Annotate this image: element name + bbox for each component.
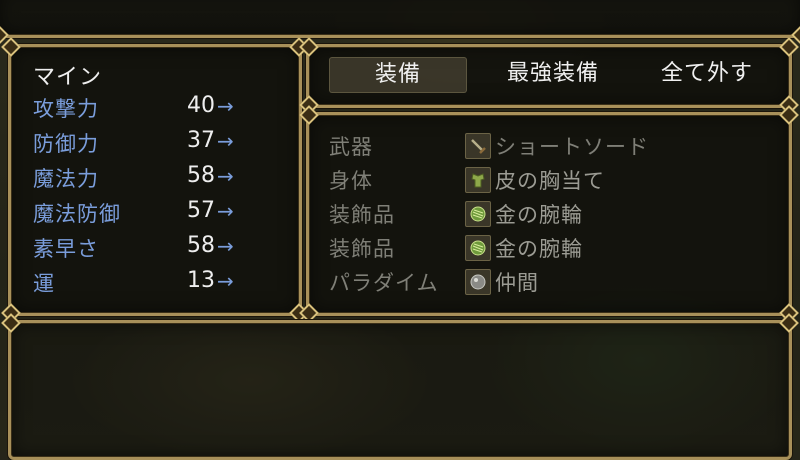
slot-label: パラダイム <box>329 271 439 295</box>
stat-value: 37 <box>187 128 215 153</box>
stat-label: 攻撃力 <box>33 97 99 121</box>
stat-arrow: → <box>217 269 234 293</box>
stat-row-magic-defense: 魔法防御 57 → <box>33 198 293 232</box>
stat-arrow: → <box>217 199 234 223</box>
equip-slot-body[interactable]: 身体 皮の胸当て <box>329 165 779 197</box>
top-window-frame <box>0 0 800 45</box>
item-name: 金の腕輪 <box>495 203 583 227</box>
equip-slot-accessory-1[interactable]: 装飾品 金の腕輪 <box>329 199 779 231</box>
equip-command-window: 装備 最強装備 全て外す <box>299 37 799 115</box>
equip-slot-paradigm[interactable]: パラダイム 仲間 <box>329 267 779 299</box>
stat-value: 13 <box>187 268 215 293</box>
item-name: 皮の胸当て <box>495 169 605 193</box>
equipment-slots-window: 武器 ショートソード 身体 皮の胸当て 装飾品 金の腕輪 装飾品 金の腕輪 パラ… <box>299 105 799 323</box>
stat-value: 57 <box>187 198 215 223</box>
bracelet-icon <box>465 201 491 227</box>
stat-row-defense: 防御力 37 → <box>33 128 293 162</box>
slot-label: 身体 <box>329 169 373 193</box>
sword-icon <box>465 133 491 159</box>
actor-name: マイン <box>33 65 103 90</box>
stat-value: 58 <box>187 233 215 258</box>
stat-row-agility: 素早さ 58 → <box>33 233 293 267</box>
equip-slot-accessory-2[interactable]: 装飾品 金の腕輪 <box>329 233 779 265</box>
stat-label: 素早さ <box>33 237 99 261</box>
orb-icon <box>465 269 491 295</box>
item-name: 仲間 <box>495 271 539 295</box>
actor-status-window: マイン 攻撃力 40 → 防御力 37 → 魔法力 58 → 魔法防御 57 →… <box>1 37 309 323</box>
slot-label: 装飾品 <box>329 237 395 261</box>
stat-arrow: → <box>217 164 234 188</box>
slot-label: 装飾品 <box>329 203 395 227</box>
stat-row-luck: 運 13 → <box>33 268 293 302</box>
slot-label: 武器 <box>329 135 373 159</box>
stat-arrow: → <box>217 129 234 153</box>
stat-label: 魔法防御 <box>33 202 121 226</box>
stat-label: 魔法力 <box>33 167 99 191</box>
bracelet-icon <box>465 235 491 261</box>
stat-row-attack: 攻撃力 40 → <box>33 93 293 127</box>
stat-value: 40 <box>187 93 215 118</box>
stat-value: 58 <box>187 163 215 188</box>
stat-row-magic: 魔法力 58 → <box>33 163 293 197</box>
equip-slot-weapon[interactable]: 武器 ショートソード <box>329 131 779 163</box>
armor-icon <box>465 167 491 193</box>
remove-all-command[interactable]: 全て外す <box>639 57 775 91</box>
stat-label: 運 <box>33 272 55 296</box>
equip-command[interactable]: 装備 <box>329 57 467 93</box>
stat-arrow: → <box>217 94 234 118</box>
stat-label: 防御力 <box>33 132 99 156</box>
stat-arrow: → <box>217 234 234 258</box>
item-name: 金の腕輪 <box>495 237 583 261</box>
optimize-command[interactable]: 最強装備 <box>485 57 621 91</box>
item-list-window <box>1 313 799 460</box>
item-name: ショートソード <box>495 135 649 159</box>
